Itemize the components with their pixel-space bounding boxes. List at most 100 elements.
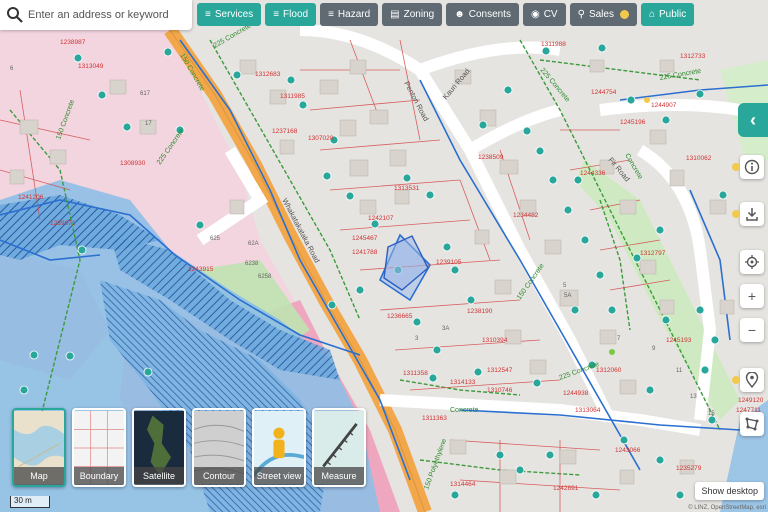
parcel-label: 1312683	[255, 71, 281, 78]
services-button[interactable]: ≡ Services	[197, 3, 262, 26]
info-badge-icon	[732, 376, 740, 384]
hazard-button[interactable]: ≡ Hazard	[320, 3, 379, 26]
home-icon: ⌂	[648, 9, 655, 20]
basemap-street-view[interactable]: Street view	[252, 408, 306, 487]
svg-text:5A: 5A	[564, 293, 571, 299]
parcel-label: 1241788	[352, 249, 378, 256]
svg-text:6238: 6238	[245, 261, 259, 267]
basemap-satellite[interactable]: Satellite	[132, 408, 186, 487]
show-desktop-button[interactable]: Show desktop	[695, 482, 764, 500]
layers-icon: ≡	[328, 9, 334, 20]
scale-bar: 30 m	[10, 496, 50, 508]
parcel-label: 1238509	[478, 154, 504, 161]
layers-icon: ≡	[273, 9, 280, 20]
parcel-label: 1249120	[738, 397, 764, 404]
map-attribution: © LINZ, OpenStreetMap, esri	[688, 505, 766, 511]
zoom-in-button[interactable]: +	[740, 284, 764, 308]
parcel-label: 1239671	[50, 220, 76, 227]
consents-button[interactable]: ☻ Consents	[446, 3, 519, 26]
parcel-label: 1239105	[436, 259, 462, 266]
people-icon: ☻	[454, 9, 465, 20]
parcel-label: 1312797	[640, 250, 666, 257]
parcel-label: 1244336	[580, 170, 606, 177]
download-button[interactable]	[740, 202, 764, 226]
parcel-label: 1238190	[467, 308, 493, 315]
info-badge-icon	[732, 163, 740, 171]
draw-area-button[interactable]	[740, 412, 764, 436]
parcel-label: 1314464	[450, 481, 476, 488]
parcel-label: 1235279	[676, 465, 702, 472]
layers-icon: ≡	[205, 9, 211, 20]
svg-text:Concrete: Concrete	[450, 407, 479, 414]
cv-icon: ◉	[530, 9, 540, 20]
location-pin-icon	[745, 372, 759, 388]
location-pin-icon: ⚲	[577, 9, 585, 20]
parcel-label: 1311985	[280, 93, 305, 100]
parcel-label: 1244938	[563, 390, 589, 397]
minus-icon: −	[747, 322, 757, 338]
svg-text:15: 15	[708, 411, 715, 417]
basemap-boundary[interactable]: Boundary	[72, 408, 126, 487]
parcel-label: 1245467	[352, 235, 378, 242]
parcel-label: 1244907	[651, 102, 677, 109]
info-badge-icon	[732, 210, 740, 218]
info-icon	[744, 159, 760, 175]
parcel-label: 1237168	[272, 128, 298, 135]
parcel-label: 1245196	[620, 119, 646, 126]
chevron-left-icon: ‹	[750, 109, 756, 130]
parcel-label: 1312547	[487, 367, 513, 374]
basemap-contour[interactable]: Contour	[192, 408, 246, 487]
parcel-label: 1312060	[596, 367, 622, 374]
svg-text:625: 625	[210, 236, 221, 242]
basemap-switcher: Map Boundary Satellite Contour Street vi…	[12, 408, 366, 487]
layer-toolbar: ≡ Services ≡ Flood ≡ Hazard ▤ Zoning ☻ Consen…	[197, 3, 695, 26]
parcel-label: 1238987	[60, 39, 86, 46]
parcel-label: 1310394	[482, 337, 508, 344]
svg-text:62A: 62A	[248, 241, 259, 247]
plus-icon: +	[747, 288, 757, 304]
download-icon	[746, 208, 758, 221]
panel-toggle-button[interactable]: ‹	[738, 103, 768, 137]
zoning-button[interactable]: ▤ Zoning	[382, 3, 443, 26]
parcel-label: 1242891	[553, 485, 579, 492]
parcel-label: 1242107	[368, 215, 394, 222]
parcel-label: 1311988	[541, 41, 566, 48]
sales-button[interactable]: ⚲ Sales	[569, 3, 637, 26]
info-badge-icon	[619, 10, 629, 19]
search-bar	[0, 0, 192, 30]
basemap-measure[interactable]: Measure	[312, 408, 366, 487]
parcel-label: 1311363	[422, 415, 447, 422]
parcel-label: 1313049	[78, 63, 104, 70]
parcel-label: 1312733	[680, 53, 706, 60]
svg-text:6258: 6258	[258, 274, 272, 280]
info-button[interactable]	[740, 155, 764, 179]
crosshair-icon	[745, 255, 759, 269]
search-input[interactable]	[28, 9, 186, 21]
svg-text:13: 13	[690, 394, 697, 400]
flood-button[interactable]: ≡ Flood	[265, 3, 317, 26]
public-button[interactable]: ⌂ Public	[640, 3, 695, 26]
parcel-label: 1244754	[591, 89, 617, 96]
svg-text:11: 11	[676, 368, 683, 374]
parcel-label: 1314133	[450, 379, 476, 386]
parcel-label: 1308930	[120, 160, 146, 167]
parcel-label: 1313064	[575, 407, 601, 414]
zoom-out-button[interactable]: −	[740, 318, 764, 342]
parcel-label: 1234482	[513, 212, 539, 219]
parcel-label: 1313531	[394, 185, 420, 192]
polygon-icon	[745, 417, 759, 431]
locate-button[interactable]	[740, 250, 764, 274]
svg-text:17: 17	[145, 121, 152, 127]
document-icon: ▤	[390, 9, 400, 20]
svg-text:617: 617	[140, 91, 151, 97]
parcel-label: 1243066	[615, 447, 641, 454]
parcel-label: 1307020	[308, 135, 334, 142]
basemap-map[interactable]: Map	[12, 408, 66, 487]
map-app: 1238987 1313049 1312683 1311985 1237168 …	[0, 0, 768, 512]
svg-text:3A: 3A	[442, 326, 449, 332]
pin-button[interactable]	[740, 368, 764, 392]
parcel-label: 1245193	[666, 337, 692, 344]
parcel-label: 1241206	[18, 194, 44, 201]
search-icon[interactable]	[6, 6, 24, 24]
cv-button[interactable]: ◉ CV	[522, 3, 566, 26]
